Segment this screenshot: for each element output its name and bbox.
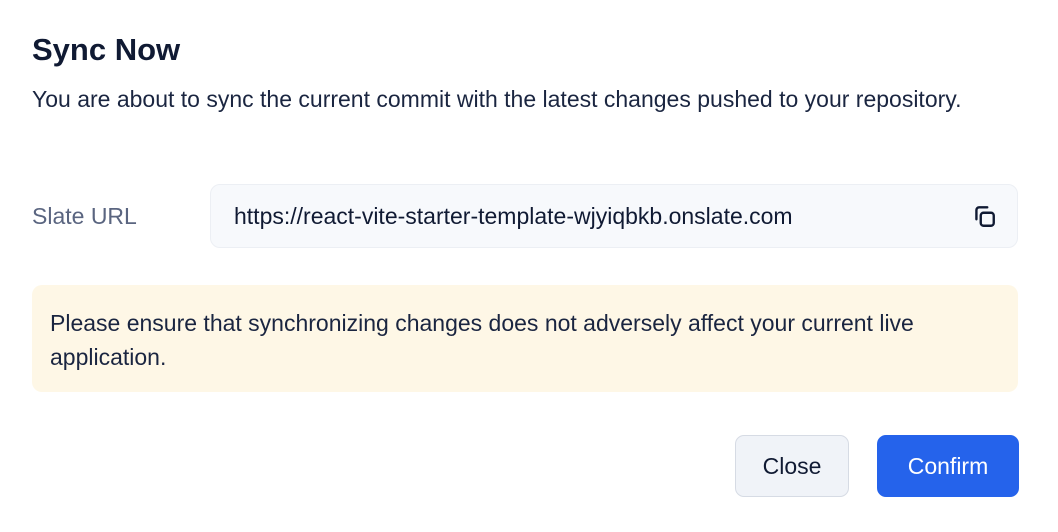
dialog-description: You are about to sync the current commit… [32,86,962,112]
copy-url-button[interactable] [969,201,999,231]
close-button[interactable]: Close [735,435,849,497]
warning-notice: Please ensure that synchronizing changes… [32,285,1018,392]
copy-icon [975,206,995,227]
slate-url-field[interactable]: https://react-vite-starter-template-wjyi… [210,184,1018,248]
confirm-button[interactable]: Confirm [877,435,1019,497]
dialog-title: Sync Now [32,32,181,67]
slate-url-label: Slate URL [32,203,137,229]
sync-dialog: Sync Now You are about to sync the curre… [0,0,1058,532]
slate-url-value[interactable]: https://react-vite-starter-template-wjyi… [234,203,969,230]
warning-notice-text: Please ensure that synchronizing changes… [50,310,914,370]
